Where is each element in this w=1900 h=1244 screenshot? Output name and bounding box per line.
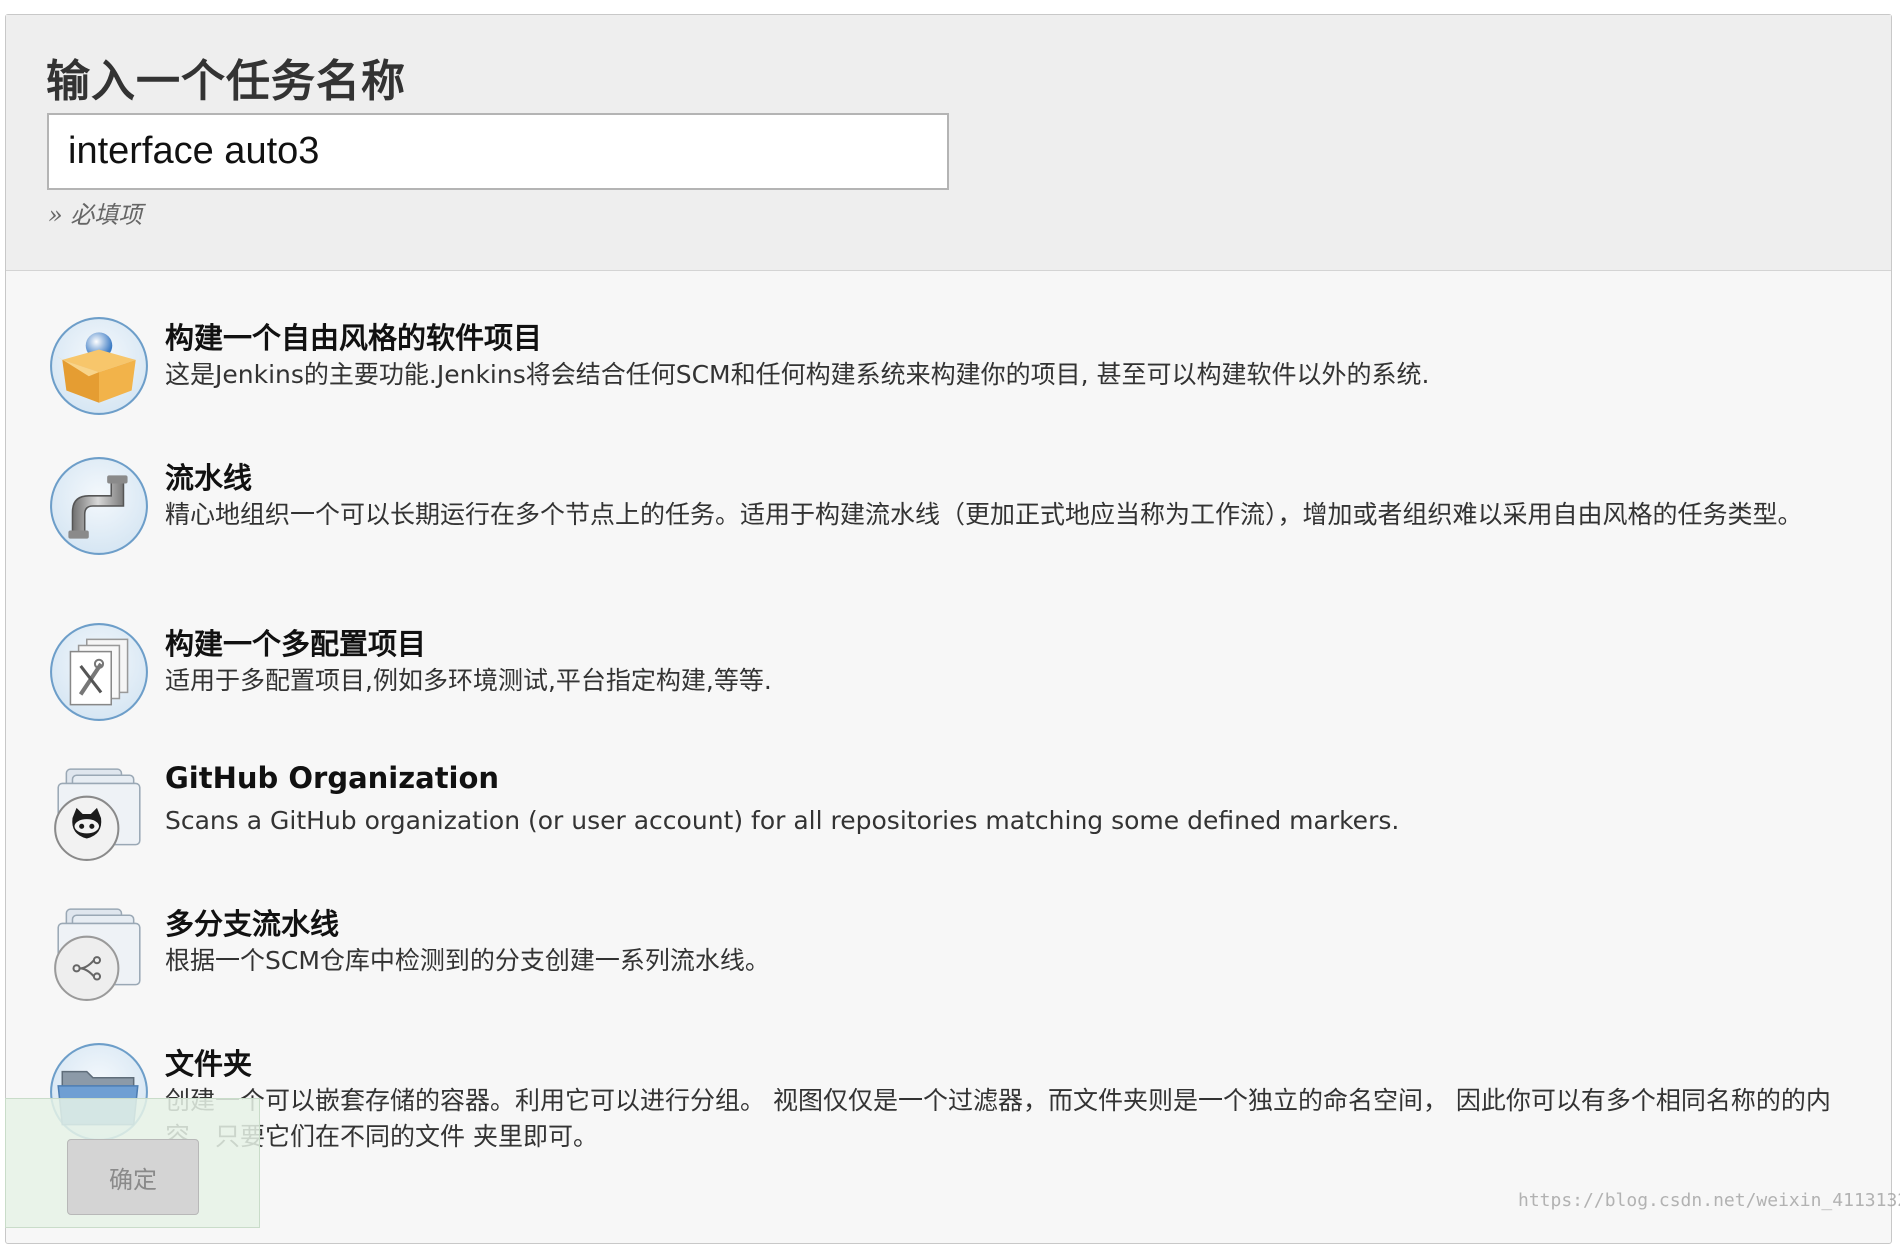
- item-title: 流水线: [165, 461, 253, 495]
- item-description: 创建一个可以嵌套存储的容器。利用它可以进行分组。 视图仅仅是一个过滤器，而文件夹…: [165, 1086, 1831, 1151]
- item-title: 多分支流水线: [165, 907, 340, 941]
- item-description: 精心地组织一个可以长期运行在多个节点上的任务。适用于构建流水线（更加正式地应当称…: [165, 500, 1803, 529]
- new-item-panel: 输入一个任务名称 » 必填项 构建一个自由风格的软件项目 这是Jenkins的主…: [5, 14, 1892, 1244]
- freestyle-project-box-icon: [48, 315, 150, 417]
- item-type-freestyle[interactable]: 构建一个自由风格的软件项目 这是Jenkins的主要功能.Jenkins将会结合…: [6, 315, 1866, 427]
- item-description: Scans a GitHub organization (or user acc…: [165, 806, 1400, 835]
- watermark-text: https://blog.csdn.net/weixin_41131321: [1518, 1190, 1900, 1211]
- multibranch-pipeline-icon: [48, 901, 150, 1003]
- item-type-github-organization[interactable]: GitHub Organization Scans a GitHub organ…: [6, 761, 1866, 873]
- required-hint: » 必填项: [48, 201, 143, 229]
- item-title: GitHub Organization: [165, 761, 500, 795]
- item-type-folder[interactable]: 文件夹 创建一个可以嵌套存储的容器。利用它可以进行分组。 视图仅仅是一个过滤器，…: [6, 1041, 1866, 1181]
- item-title: 构建一个自由风格的软件项目: [165, 321, 543, 355]
- item-name-section: 输入一个任务名称 » 必填项: [6, 15, 1891, 271]
- item-name-input[interactable]: [47, 113, 949, 190]
- item-description: 适用于多配置项目,例如多环境测试,平台指定构建,等等.: [165, 666, 772, 695]
- item-title: 构建一个多配置项目: [165, 627, 427, 661]
- item-description: 这是Jenkins的主要功能.Jenkins将会结合任何SCM和任何构建系统来构…: [165, 360, 1430, 389]
- item-type-pipeline[interactable]: 流水线 精心地组织一个可以长期运行在多个节点上的任务。适用于构建流水线（更加正式…: [6, 455, 1866, 583]
- item-name-heading: 输入一个任务名称: [46, 56, 406, 107]
- ok-button[interactable]: 确定: [67, 1139, 199, 1215]
- item-type-multibranch-pipeline[interactable]: 多分支流水线 根据一个SCM仓库中检测到的分支创建一系列流水线。: [6, 901, 1866, 1013]
- multi-configuration-project-icon: [48, 621, 150, 723]
- github-organization-icon: [48, 761, 150, 863]
- item-title: 文件夹: [165, 1047, 253, 1081]
- item-description: 根据一个SCM仓库中检测到的分支创建一系列流水线。: [165, 946, 770, 975]
- pipeline-pipe-icon: [48, 455, 150, 557]
- item-type-multi-configuration[interactable]: 构建一个多配置项目 适用于多配置项目,例如多环境测试,平台指定构建,等等.: [6, 621, 1866, 733]
